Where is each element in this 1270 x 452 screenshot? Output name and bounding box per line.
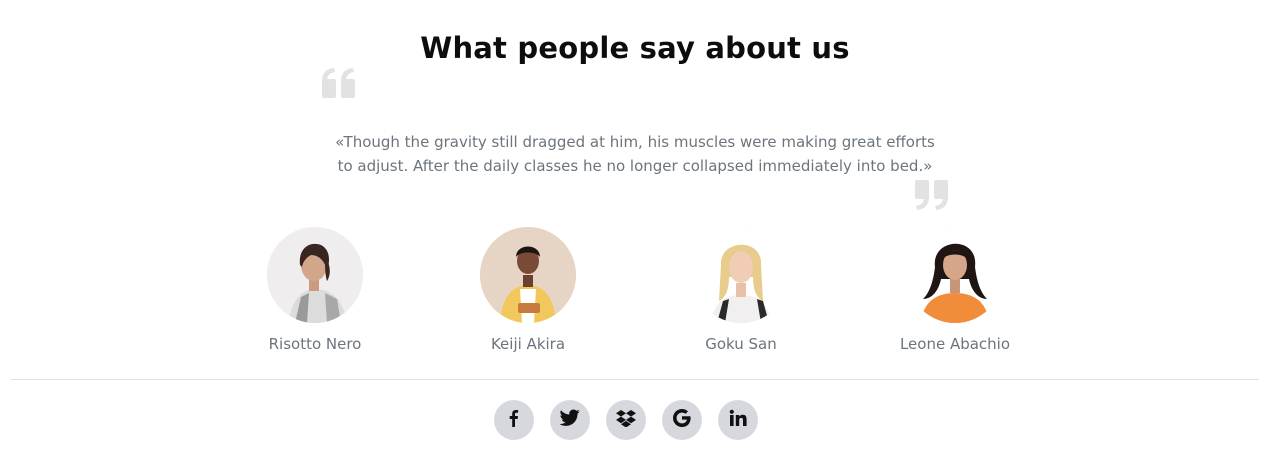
people-list: Risotto Nero Keiji Akira Goku San Leone … [0,227,1270,357]
linkedin-icon [729,409,747,431]
person-name: Goku San [705,335,777,353]
avatar[interactable] [267,227,363,323]
facebook-icon [505,409,523,431]
google-icon [672,408,692,432]
testimonial-quote: «Though the gravity still dragged at him… [335,133,935,175]
twitter-icon [559,409,580,431]
dropbox-icon [616,409,636,431]
quote-open-icon [322,68,356,102]
person-card[interactable]: Risotto Nero [225,227,405,353]
avatar[interactable] [907,227,1003,323]
twitter-link[interactable] [550,400,590,440]
person-card[interactable]: Leone Abachio [865,227,1045,353]
section-title: What people say about us [420,31,850,66]
person-name: Keiji Akira [490,335,566,353]
divider [11,379,1259,380]
google-link[interactable] [662,400,702,440]
linkedin-link[interactable] [718,400,758,440]
dropbox-link[interactable] [606,400,646,440]
person-card[interactable]: Goku San [651,227,831,353]
person-name: Risotto Nero [268,335,362,353]
quote-close-icon [914,180,948,214]
facebook-link[interactable] [494,400,534,440]
social-links [494,400,764,440]
person-name: Leone Abachio [899,335,1011,353]
avatar[interactable] [480,227,576,323]
avatar[interactable] [693,227,789,323]
person-card[interactable]: Keiji Akira [438,227,618,353]
